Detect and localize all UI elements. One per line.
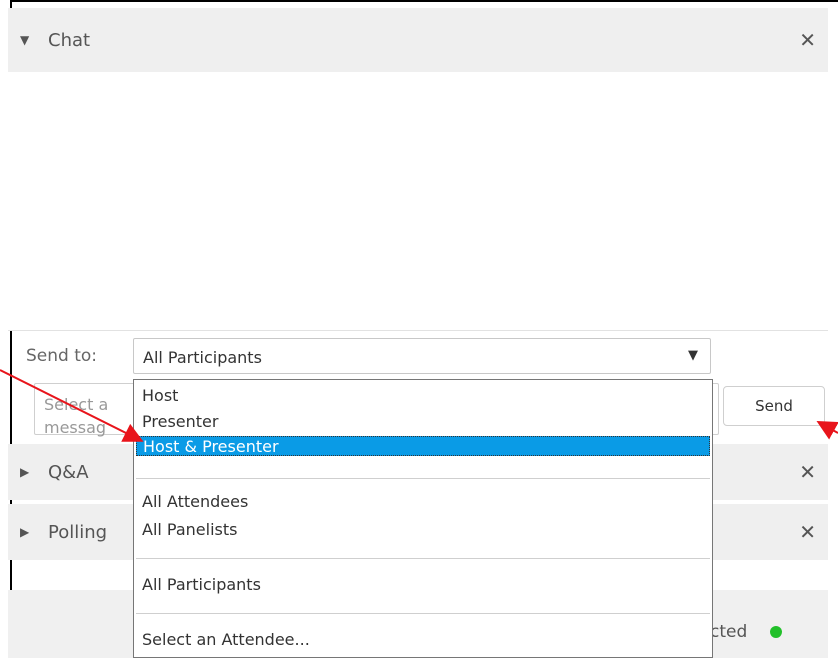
send-to-value: All Participants <box>143 348 262 367</box>
chat-panel-header[interactable]: ▼ Chat ✕ <box>8 8 828 72</box>
dropdown-item-host-presenter[interactable]: Host & Presenter <box>136 436 710 456</box>
dropdown-item-host[interactable]: Host <box>136 386 710 406</box>
triangle-down-icon: ▼ <box>20 33 30 47</box>
dropdown-item-select-attendee[interactable]: Select an Attendee... <box>136 630 710 650</box>
dropdown-item-all-participants[interactable]: All Participants <box>136 575 710 595</box>
caret-down-icon: ▼ <box>688 348 698 363</box>
dropdown-separator <box>136 613 710 614</box>
send-to-select[interactable]: All Participants ▼ <box>133 338 711 374</box>
send-button[interactable]: Send <box>723 386 825 426</box>
close-icon[interactable]: ✕ <box>799 28 816 52</box>
dropdown-separator <box>136 558 710 559</box>
qa-title: Q&A <box>48 461 89 483</box>
triangle-right-icon: ▶ <box>20 525 30 539</box>
triangle-right-icon: ▶ <box>20 465 30 479</box>
dropdown-item-all-panelists[interactable]: All Panelists <box>136 520 710 540</box>
dropdown-item-all-attendees[interactable]: All Attendees <box>136 492 710 512</box>
dropdown-separator <box>136 478 710 479</box>
connection-status: cted <box>710 622 748 642</box>
chat-title: Chat <box>48 29 91 51</box>
divider <box>8 330 828 331</box>
send-to-label: Send to: <box>26 346 98 366</box>
polling-title: Polling <box>48 521 108 543</box>
status-dot-icon <box>770 626 782 638</box>
dropdown-item-presenter[interactable]: Presenter <box>136 412 710 432</box>
close-icon[interactable]: ✕ <box>799 460 816 484</box>
chat-message-area <box>8 72 828 330</box>
send-to-dropdown-list: Host Presenter Host & Presenter All Atte… <box>133 379 713 658</box>
close-icon[interactable]: ✕ <box>799 520 816 544</box>
